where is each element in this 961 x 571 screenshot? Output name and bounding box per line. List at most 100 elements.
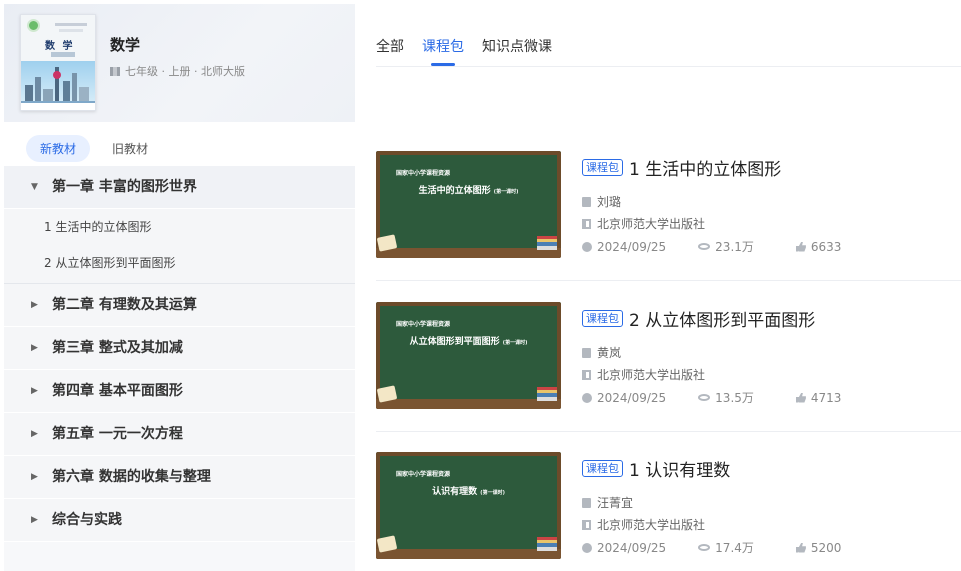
course-thumbnail[interactable]: 国家中小学课程资源 生活中的立体图形 (第一课时) bbox=[376, 151, 561, 258]
course-title[interactable]: 课程包 2 从立体图形到平面图形 bbox=[582, 306, 815, 331]
tab-all[interactable]: 全部 bbox=[376, 36, 404, 66]
lesson-item[interactable]: 2 从立体图形到平面图形 bbox=[4, 245, 355, 281]
row-divider bbox=[376, 431, 961, 432]
chapter-label: 第五章 一元一次方程 bbox=[52, 426, 183, 442]
like-count: 4713 bbox=[810, 390, 842, 405]
tab-micro-lessons[interactable]: 知识点微课 bbox=[482, 36, 552, 66]
publish-date: 2024/09/25 bbox=[597, 239, 667, 254]
book-cover-image: 数 学 bbox=[20, 14, 96, 111]
course-thumbnail[interactable]: 国家中小学课程资源 从立体图形到平面图形 (第一课时) bbox=[376, 302, 561, 409]
chapter-practice[interactable]: ▶ 综合与实践 bbox=[4, 499, 355, 542]
tab-course-package[interactable]: 课程包 bbox=[422, 36, 464, 66]
publish-date: 2024/09/25 bbox=[597, 390, 667, 405]
thumb-org: 国家中小学课程资源 bbox=[396, 471, 451, 478]
course-title[interactable]: 课程包 1 认识有理数 bbox=[582, 456, 730, 481]
books-icon bbox=[537, 387, 557, 401]
course-card[interactable]: 国家中小学课程资源 认识有理数 (第一课时) 课程包 1 认识有理数 汪菁宜 北… bbox=[376, 452, 961, 571]
chapter-4[interactable]: ▶ 第四章 基本平面图形 bbox=[4, 370, 355, 413]
eye-icon bbox=[698, 243, 711, 250]
course-title-text: 1 认识有理数 bbox=[629, 461, 731, 481]
book-meta: 七年级 · 上册 · 北师大版 bbox=[110, 63, 245, 79]
teacher-icon bbox=[582, 497, 591, 508]
publisher-name: 北京师范大学出版社 bbox=[597, 217, 706, 231]
lesson-item[interactable]: 1 生活中的立体图形 bbox=[4, 209, 355, 245]
publisher-icon bbox=[582, 369, 591, 380]
book-header: 数 学 数学 七年级 · 上册 · 北师大版 bbox=[4, 4, 355, 122]
caret-down-icon: ▼ bbox=[31, 182, 38, 192]
course-card[interactable]: 国家中小学课程资源 生活中的立体图形 (第一课时) 课程包 1 生活中的立体图形… bbox=[376, 151, 961, 281]
thumb-org: 国家中小学课程资源 bbox=[396, 321, 451, 328]
teacher-icon bbox=[582, 347, 591, 358]
thumbs-up-icon bbox=[795, 392, 806, 403]
tab-old-edition[interactable]: 旧教材 bbox=[98, 135, 162, 162]
course-card[interactable]: 国家中小学课程资源 从立体图形到平面图形 (第一课时) 课程包 2 从立体图形到… bbox=[376, 302, 961, 432]
teacher-row: 汪菁宜 bbox=[582, 494, 633, 511]
eye-icon bbox=[698, 394, 711, 401]
stats-row: 2024/09/25 17.4万 5200 bbox=[582, 539, 841, 556]
stats-row: 2024/09/25 23.1万 6633 bbox=[582, 238, 841, 255]
eye-icon bbox=[698, 544, 711, 551]
clock-icon bbox=[582, 542, 592, 553]
chapter-6[interactable]: ▶ 第六章 数据的收集与整理 bbox=[4, 456, 355, 499]
row-divider bbox=[376, 280, 961, 281]
caret-right-icon: ▶ bbox=[31, 429, 38, 439]
publisher-name: 北京师范大学出版社 bbox=[597, 518, 706, 532]
teacher-row: 黄岚 bbox=[582, 344, 621, 361]
chapter-3[interactable]: ▶ 第三章 整式及其加减 bbox=[4, 327, 355, 370]
publisher-logo-icon bbox=[27, 19, 40, 32]
package-badge: 课程包 bbox=[582, 159, 623, 176]
book-title: 数学 bbox=[110, 36, 141, 54]
package-badge: 课程包 bbox=[582, 310, 623, 327]
view-count: 23.1万 bbox=[715, 240, 754, 254]
books-icon bbox=[537, 236, 557, 250]
thumbs-up-icon bbox=[795, 241, 806, 252]
chapter-5[interactable]: ▶ 第五章 一元一次方程 bbox=[4, 413, 355, 456]
course-title-text: 2 从立体图形到平面图形 bbox=[629, 311, 816, 331]
like-count: 5200 bbox=[810, 540, 842, 555]
chapter-1-lessons: 1 生活中的立体图形 2 从立体图形到平面图形 bbox=[4, 209, 355, 284]
stats-row: 2024/09/25 13.5万 4713 bbox=[582, 389, 841, 406]
publisher-icon bbox=[582, 218, 591, 229]
book-meta-text: 七年级 · 上册 · 北师大版 bbox=[125, 65, 245, 78]
tabs-divider bbox=[376, 66, 961, 67]
course-title[interactable]: 课程包 1 生活中的立体图形 bbox=[582, 155, 781, 180]
cover-title: 数 学 bbox=[45, 41, 75, 52]
chapter-label: 第二章 有理数及其运算 bbox=[52, 297, 197, 313]
chapter-label: 第一章 丰富的图形世界 bbox=[52, 179, 197, 195]
chapter-label: 第三章 整式及其加减 bbox=[52, 340, 183, 356]
publish-date: 2024/09/25 bbox=[597, 540, 667, 555]
chapter-label: 第四章 基本平面图形 bbox=[52, 383, 183, 399]
view-count: 17.4万 bbox=[715, 541, 754, 555]
publisher-row: 北京师范大学出版社 bbox=[582, 366, 705, 383]
thumb-title: 认识有理数 (第一课时) bbox=[432, 487, 505, 497]
teacher-icon bbox=[582, 196, 591, 207]
publisher-name: 北京师范大学出版社 bbox=[597, 368, 706, 382]
thumb-title: 生活中的立体图形 (第一课时) bbox=[418, 186, 519, 196]
books-icon bbox=[537, 537, 557, 551]
view-count: 13.5万 bbox=[715, 391, 754, 405]
chapter-label: 第六章 数据的收集与整理 bbox=[52, 469, 211, 485]
sidebar: 数 学 数学 七年级 · 上册 · 北师大版 新教材 旧教材 ▼ 第一章 丰富的… bbox=[4, 4, 355, 571]
clock-icon bbox=[582, 241, 592, 252]
caret-right-icon: ▶ bbox=[31, 472, 38, 482]
thumb-title: 从立体图形到平面图形 (第一课时) bbox=[409, 337, 528, 347]
chapter-label: 综合与实践 bbox=[52, 512, 122, 528]
teacher-name: 刘璐 bbox=[597, 195, 622, 209]
course-thumbnail[interactable]: 国家中小学课程资源 认识有理数 (第一课时) bbox=[376, 452, 561, 559]
caret-right-icon: ▶ bbox=[31, 343, 38, 353]
chapter-1[interactable]: ▼ 第一章 丰富的图形世界 bbox=[4, 166, 355, 209]
caret-right-icon: ▶ bbox=[31, 386, 38, 396]
chapter-2[interactable]: ▶ 第二章 有理数及其运算 bbox=[4, 284, 355, 327]
content-tabs: 全部 课程包 知识点微课 bbox=[376, 36, 552, 66]
publisher-row: 北京师范大学出版社 bbox=[582, 215, 705, 232]
teacher-name: 汪菁宜 bbox=[597, 496, 634, 510]
thumbs-up-icon bbox=[795, 542, 806, 553]
teacher-name: 黄岚 bbox=[597, 346, 622, 360]
book-icon bbox=[110, 66, 120, 76]
package-badge: 课程包 bbox=[582, 460, 623, 477]
like-count: 6633 bbox=[810, 239, 842, 254]
tab-new-edition[interactable]: 新教材 bbox=[26, 135, 91, 162]
publisher-row: 北京师范大学出版社 bbox=[582, 516, 705, 533]
publisher-icon bbox=[582, 519, 591, 530]
clock-icon bbox=[582, 392, 592, 403]
